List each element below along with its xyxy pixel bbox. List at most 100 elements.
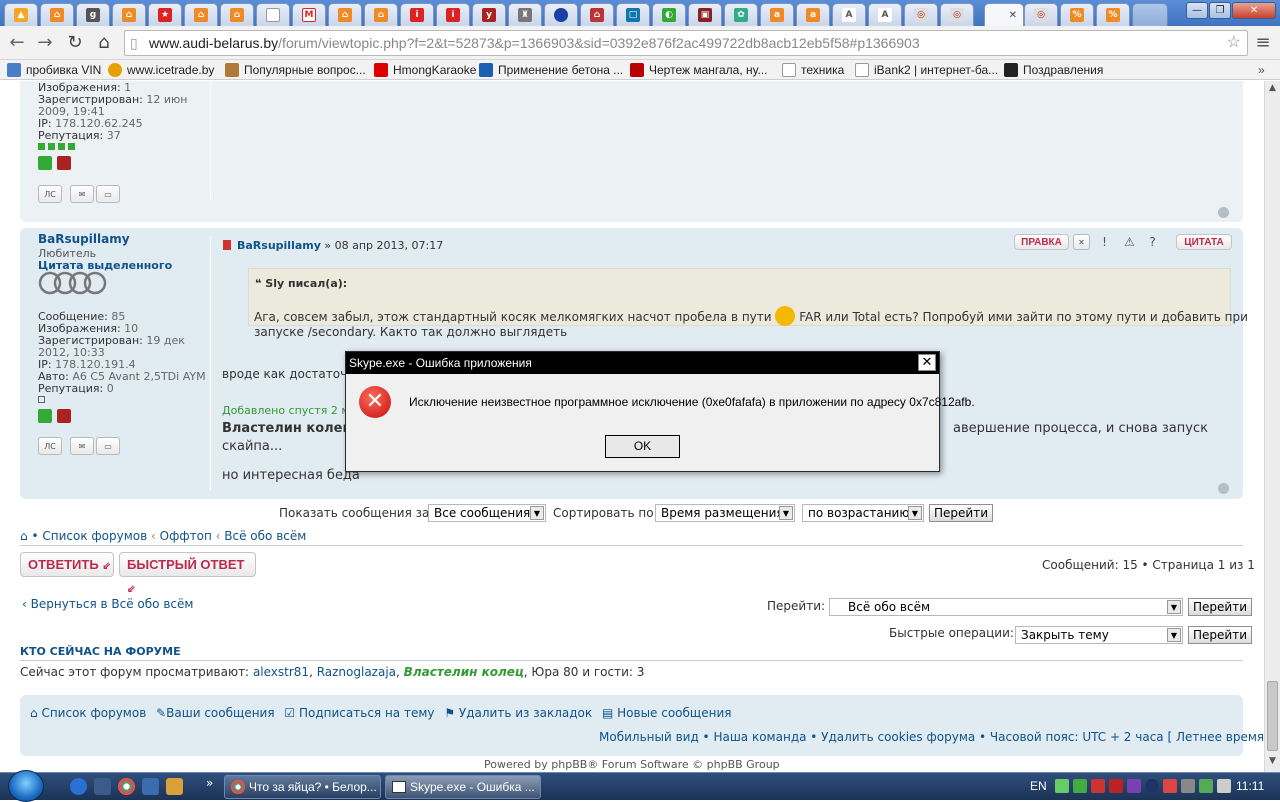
delete-icon[interactable]: ✕ xyxy=(1073,234,1090,250)
forward-arrow-icon[interactable]: → xyxy=(34,32,56,54)
browser-tab[interactable]: ⌂ xyxy=(184,3,218,26)
browser-tab[interactable]: A xyxy=(868,3,902,26)
minimize-icon[interactable]: — xyxy=(1186,2,1208,19)
back-to-top-icon[interactable] xyxy=(1218,207,1229,218)
browser-tab[interactable]: ▲ xyxy=(4,3,38,26)
bookmark-item[interactable]: Популярные вопрос... xyxy=(225,62,366,78)
rep-plus-icon[interactable] xyxy=(38,409,52,423)
tray-icon[interactable] xyxy=(1055,779,1069,793)
home-icon[interactable]: ⌂ xyxy=(20,529,28,543)
profile-card-icon[interactable]: ▭ xyxy=(96,185,120,203)
rep-minus-icon[interactable] xyxy=(57,409,71,423)
language-indicator[interactable]: EN xyxy=(1030,779,1047,793)
chrome-icon[interactable] xyxy=(118,778,135,795)
reply-button[interactable]: ОТВЕТИТЬ ⇙ xyxy=(20,552,114,577)
rep-minus-icon[interactable] xyxy=(57,156,71,170)
quick-reply-button[interactable]: БЫСТРЫЙ ОТВЕТ ⇙ xyxy=(119,552,256,595)
winrar-icon[interactable] xyxy=(166,778,183,795)
menu-icon[interactable]: ≡ xyxy=(1252,32,1274,54)
bookmark-item[interactable]: Применение бетона ... xyxy=(479,62,623,78)
home-icon[interactable]: ⌂ xyxy=(93,32,115,54)
page-scrollbar[interactable]: ▲ ▼ xyxy=(1264,81,1280,772)
browser-tab[interactable]: ◎ xyxy=(940,3,974,26)
tab-close-icon[interactable]: ✕ xyxy=(1009,10,1017,21)
browser-tab[interactable]: ★ xyxy=(148,3,182,26)
new-tab-button[interactable] xyxy=(1132,3,1168,26)
browser-tab[interactable]: ♜ xyxy=(508,3,542,26)
window-close-icon[interactable]: ✕ xyxy=(1232,2,1276,19)
taskbar-item-skype-error[interactable]: Skype.exe - Ошибка ... xyxy=(385,775,541,799)
browser-tab[interactable]: M xyxy=(292,3,326,26)
tray-icon[interactable] xyxy=(1181,779,1195,793)
tray-icon[interactable] xyxy=(1073,779,1087,793)
bookmark-item[interactable]: www.icetrade.by xyxy=(108,62,214,78)
browser-tab[interactable]: ⌂ xyxy=(112,3,146,26)
scroll-up-icon[interactable]: ▲ xyxy=(1266,83,1279,97)
dialog-ok-button[interactable]: OK xyxy=(605,435,680,458)
browser-tab[interactable]: ⌂ xyxy=(580,3,614,26)
browser-tab[interactable]: ◐ xyxy=(652,3,686,26)
browser-tab[interactable]: ⌂ xyxy=(220,3,254,26)
pm-button[interactable]: ЛС xyxy=(38,437,62,455)
edit-button[interactable]: ПРАВКА xyxy=(1014,234,1069,250)
browser-tab[interactable] xyxy=(256,3,290,26)
browser-tab[interactable]: y xyxy=(472,3,506,26)
dialog-close-icon[interactable]: ✕ xyxy=(918,354,936,371)
sort-go-button[interactable]: Перейти xyxy=(929,504,993,522)
browser-tab[interactable]: ◎ xyxy=(904,3,938,26)
report-icon[interactable]: ⚠ xyxy=(1121,234,1138,250)
browser-tab[interactable]: g xyxy=(76,3,110,26)
browser-tab[interactable]: ▣ xyxy=(688,3,722,26)
browser-tab[interactable]: ✿ xyxy=(724,3,758,26)
browser-tab[interactable] xyxy=(544,3,578,26)
tray-icon[interactable] xyxy=(1163,779,1177,793)
tray-icon[interactable] xyxy=(1145,779,1159,793)
info-icon[interactable]: ? xyxy=(1144,234,1161,250)
onenote-icon[interactable] xyxy=(1127,779,1141,793)
bookmark-item[interactable]: HmongKaraoke xyxy=(374,62,476,78)
back-to-top-icon[interactable] xyxy=(1218,483,1229,494)
explorer-icon[interactable] xyxy=(94,778,111,795)
email-icon[interactable]: ✉ xyxy=(70,185,94,203)
post-author[interactable]: BaRsupillamy xyxy=(38,232,130,246)
save-icon[interactable] xyxy=(142,778,159,795)
jump-go-button[interactable]: Перейти xyxy=(1188,598,1252,616)
start-button-icon[interactable] xyxy=(8,770,44,802)
bookmark-item[interactable]: iBank2 | интернет-ба... xyxy=(855,62,998,78)
quote-button[interactable]: ЦИТАТА xyxy=(1176,234,1232,250)
browser-tab[interactable]: ⌂ xyxy=(40,3,74,26)
browser-tab[interactable]: ⌂ xyxy=(328,3,362,26)
clock[interactable]: 11:11 xyxy=(1236,779,1264,793)
bookmark-item[interactable]: пробивка VIN xyxy=(7,62,101,78)
browser-tab[interactable]: ⌂ xyxy=(364,3,398,26)
browser-tab[interactable]: a xyxy=(760,3,794,26)
scroll-down-icon[interactable]: ▼ xyxy=(1266,756,1279,770)
browser-tab[interactable]: ◎ xyxy=(1024,3,1058,26)
browser-tab[interactable]: a xyxy=(796,3,830,26)
network-icon[interactable] xyxy=(1199,779,1213,793)
sort-by-select[interactable]: Время размещения ▼ xyxy=(655,504,795,522)
quick-mod-go-button[interactable]: Перейти xyxy=(1188,626,1252,644)
tray-icon[interactable] xyxy=(1109,779,1123,793)
pm-button[interactable]: ЛС xyxy=(38,185,62,203)
warn-icon[interactable]: ! xyxy=(1096,234,1113,250)
browser-tab-active[interactable]: ✕ xyxy=(984,3,1024,26)
bookmark-item[interactable]: техника xyxy=(782,62,844,78)
volume-icon[interactable] xyxy=(1217,779,1231,793)
profile-card-icon[interactable]: ▭ xyxy=(96,437,120,455)
browser-tab[interactable]: % xyxy=(1096,3,1130,26)
bookmark-star-icon[interactable]: ☆ xyxy=(1227,31,1241,55)
browser-tab[interactable]: A xyxy=(832,3,866,26)
quicklaunch-overflow-icon[interactable]: » xyxy=(206,776,213,790)
rep-plus-icon[interactable] xyxy=(38,156,52,170)
bookmark-item[interactable]: Поздравления xyxy=(1004,62,1103,78)
address-bar[interactable]: www.audi-belarus.by/forum/viewtopic.php?… xyxy=(124,30,1248,56)
scroll-thumb[interactable] xyxy=(1267,681,1278,751)
bookmark-item[interactable]: Чертеж мангала, ну... xyxy=(630,62,767,78)
back-link[interactable]: ‹ Вернуться в Всё обо всём xyxy=(22,597,193,611)
jump-to-select[interactable]: Всё обо всём ▼ xyxy=(829,598,1183,616)
show-posts-select[interactable]: Все сообщения ▼ xyxy=(428,504,546,522)
browser-tab[interactable]: % xyxy=(1060,3,1094,26)
browser-tab[interactable]: □ xyxy=(616,3,650,26)
email-icon[interactable]: ✉ xyxy=(70,437,94,455)
